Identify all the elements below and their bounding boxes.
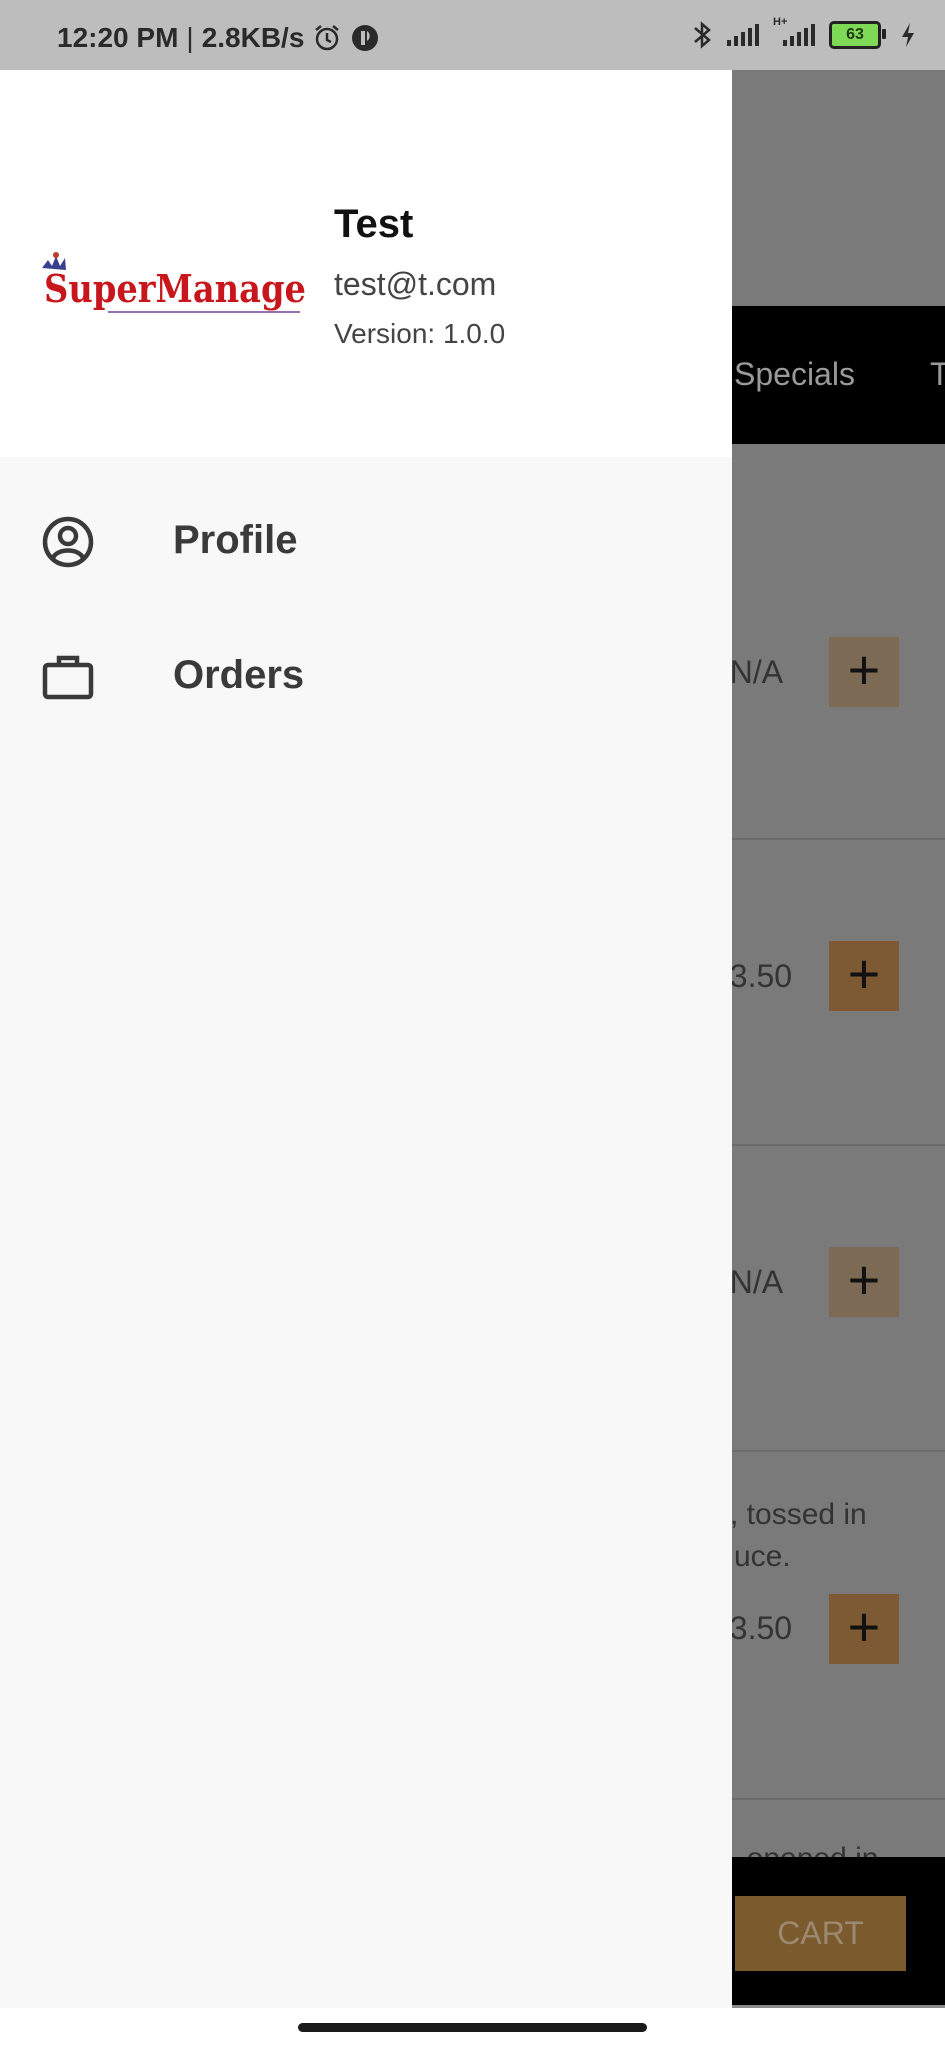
add-item-button[interactable]: +	[829, 1594, 899, 1664]
drawer-item-profile[interactable]: Profile	[0, 488, 732, 608]
status-separator: |	[186, 22, 194, 53]
status-speed: 2.8KB/s	[201, 22, 305, 53]
status-left: 12:20 PM | 2.8KB/s	[57, 22, 380, 54]
add-item-button[interactable]: +	[829, 637, 899, 707]
signal-icon	[727, 24, 759, 46]
drawer-item-orders[interactable]: Orders	[0, 623, 732, 743]
drawer-header: SuperManage Test test@t.com Version: 1.0…	[0, 70, 732, 457]
supermanage-logo: SuperManage	[42, 252, 306, 313]
category-tab-specials[interactable]: Specials	[734, 356, 855, 393]
status-right: H+ 63	[691, 16, 917, 50]
battery-icon: 63	[829, 21, 886, 49]
bluetooth-icon	[694, 21, 711, 49]
add-item-button[interactable]: +	[829, 941, 899, 1011]
briefcase-icon	[42, 655, 94, 700]
app-notification-icon	[352, 25, 379, 51]
user-name: Test	[334, 202, 414, 246]
battery-level: 63	[846, 26, 864, 43]
item-description-2: uce.	[734, 1540, 791, 1573]
status-bar: 12:20 PM | 2.8KB/s H+ 63	[0, 0, 945, 70]
add-item-button[interactable]: +	[829, 1247, 899, 1317]
drawer-item-profile-label: Profile	[173, 518, 298, 562]
signal-icon-2	[783, 24, 815, 46]
drawer-item-orders-label: Orders	[173, 653, 305, 697]
cart-button[interactable]: CART	[735, 1896, 906, 1971]
app-version: Version: 1.0.0	[334, 318, 506, 349]
charging-icon	[902, 23, 914, 47]
status-time: 12:20 PM	[57, 22, 179, 53]
user-email: test@t.com	[334, 266, 497, 302]
signal-hplus: H+	[773, 16, 817, 48]
category-tab-next[interactable]: T	[930, 356, 945, 393]
user-circle-icon	[42, 516, 94, 568]
alarm-icon	[315, 25, 340, 51]
navigation-drawer: SuperManage Test test@t.com Version: 1.0…	[0, 70, 732, 2008]
home-indicator[interactable]	[298, 2023, 647, 2032]
logo-text: SuperManage	[44, 266, 306, 311]
item-description: , tossed in	[730, 1498, 867, 1531]
